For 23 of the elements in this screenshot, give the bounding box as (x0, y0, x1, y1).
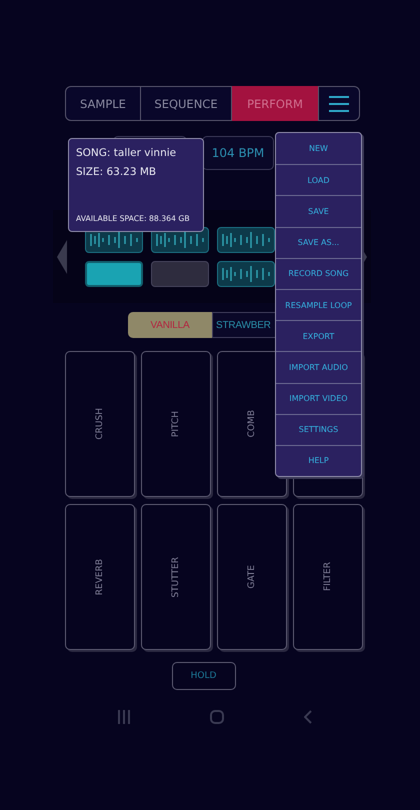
menu-item[interactable]: HELP (276, 444, 361, 476)
effect-pad[interactable]: STUTTER (141, 504, 211, 650)
effect-pad[interactable]: GATE (217, 504, 287, 650)
menu-item[interactable]: EXPORT (276, 320, 361, 352)
effect-pad[interactable]: PITCH (141, 351, 211, 497)
menu-item[interactable]: SETTINGS (276, 414, 361, 445)
mode-tab[interactable]: SEQUENCE (141, 86, 232, 121)
menu-item[interactable]: LOAD (276, 164, 361, 196)
tempo-button[interactable]: 104 BPM (202, 136, 274, 170)
song-size-label: SIZE: 63.23 MB (76, 166, 158, 178)
menu-item[interactable]: SAVE AS... (276, 226, 361, 258)
effect-pad[interactable]: FILTER (293, 504, 363, 650)
menu-item[interactable]: IMPORT AUDIO (276, 351, 361, 382)
effect-pad[interactable]: REVERB (65, 504, 135, 650)
menu-item[interactable]: RECORD SONG (276, 258, 361, 289)
menu-item[interactable]: IMPORT VIDEO (276, 382, 361, 414)
menu-item[interactable]: SAVE (276, 195, 361, 227)
song-name-label: SONG: taller vinnie (76, 147, 178, 159)
hold-button[interactable]: HOLD (172, 662, 236, 690)
mode-tab[interactable]: SAMPLE (65, 86, 141, 121)
menu-item[interactable]: NEW (276, 133, 361, 164)
menu-item[interactable]: RESAMPLE LOOP (276, 288, 361, 320)
effect-pad[interactable]: CRUSH (65, 351, 135, 497)
